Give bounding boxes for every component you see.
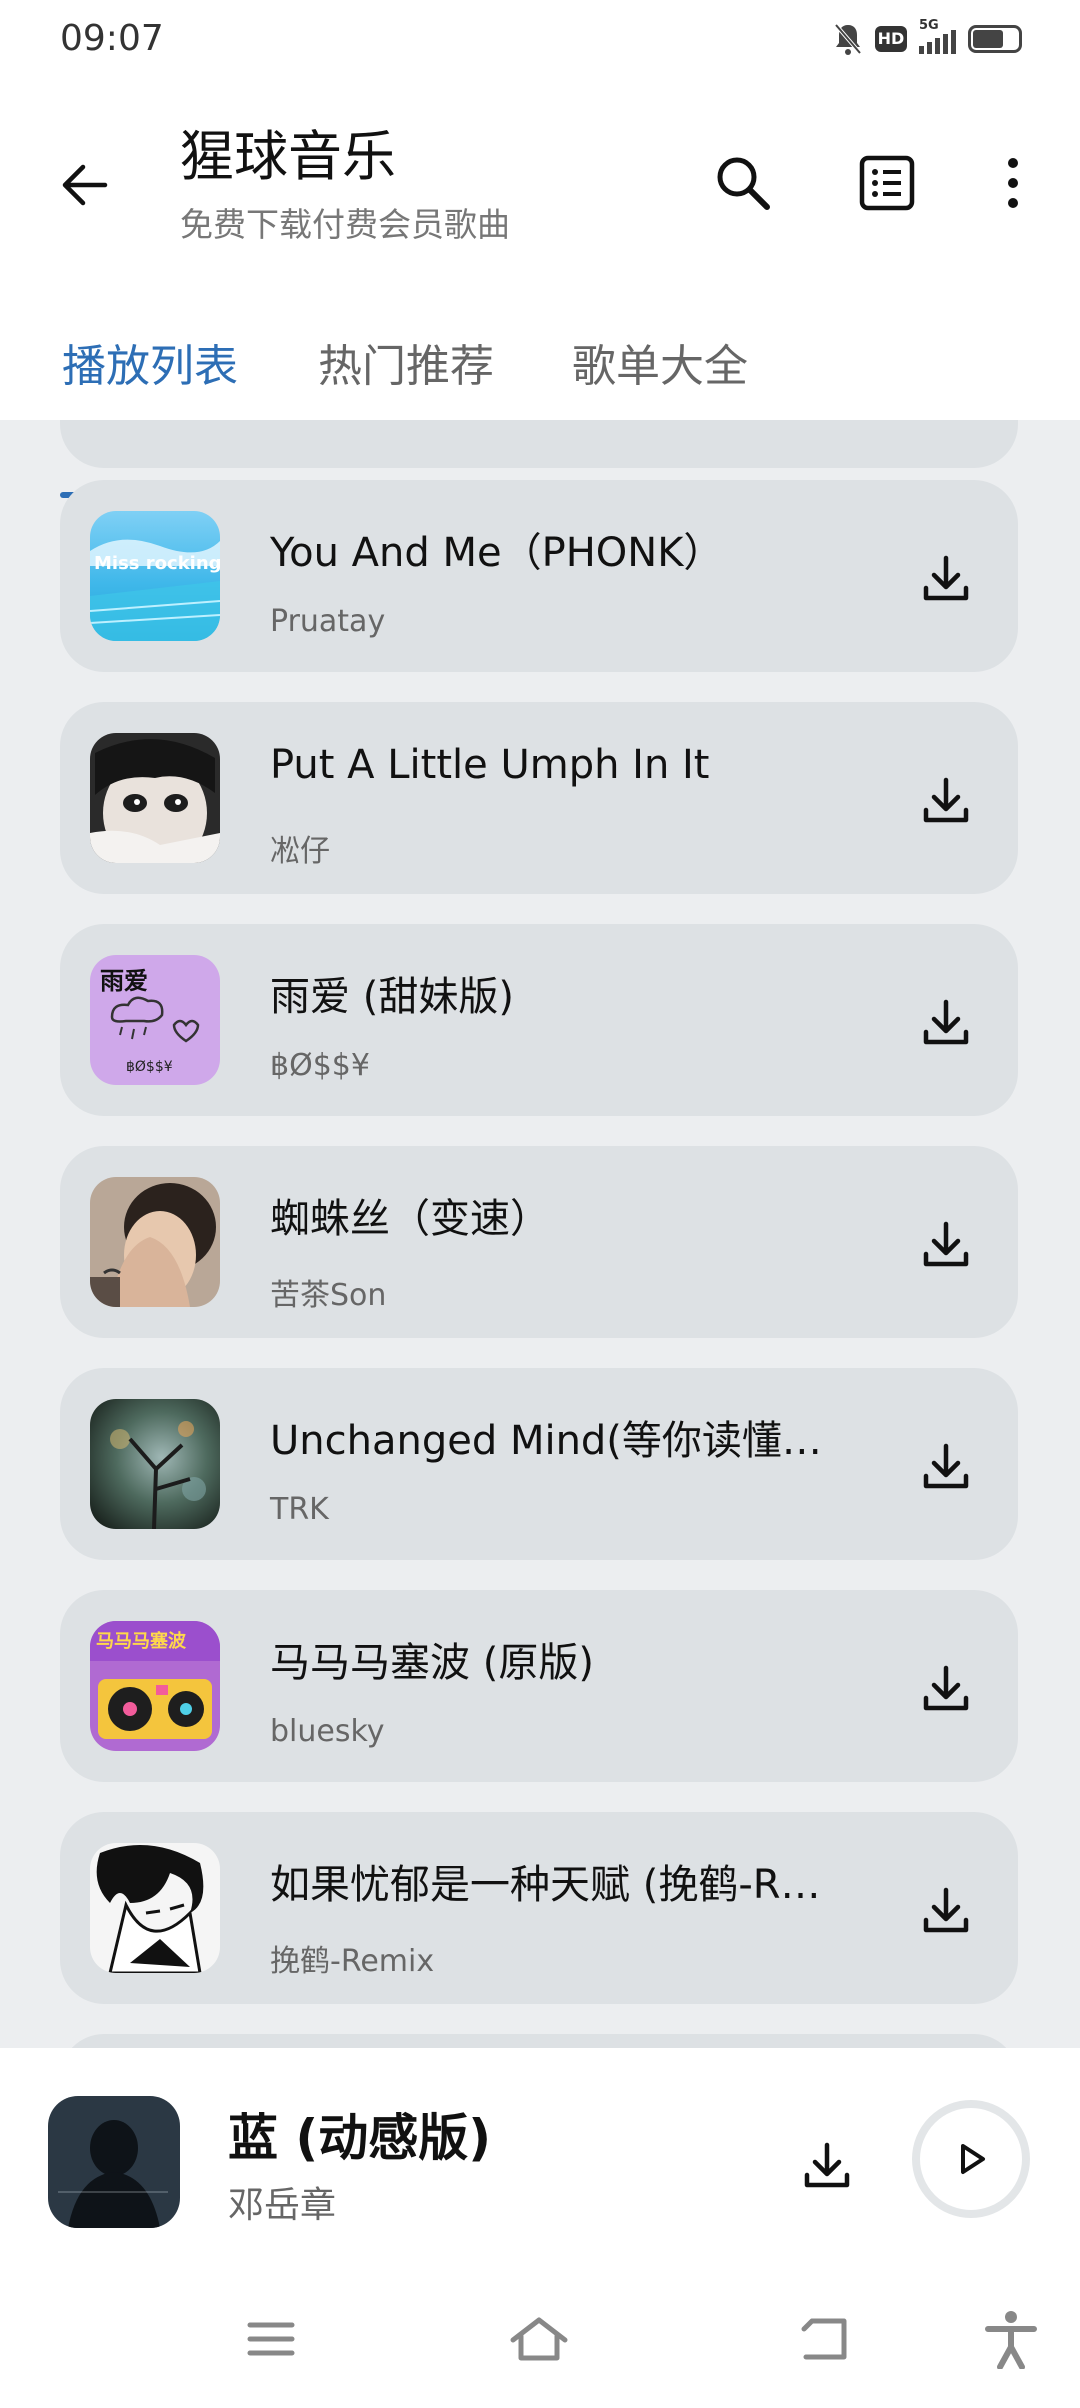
download-icon[interactable] bbox=[792, 2130, 862, 2200]
song-artist: TRK bbox=[270, 1492, 329, 1527]
svg-text:马马马塞波: 马马马塞波 bbox=[96, 1630, 187, 1652]
app-header: 猩球音乐 免费下载付费会员歌曲 播放列表 热门推荐 歌单大全 bbox=[0, 80, 1080, 498]
back-nav-icon[interactable] bbox=[790, 2304, 860, 2374]
list-item[interactable] bbox=[60, 2034, 1018, 2048]
tab-songlists[interactable]: 歌单大全 bbox=[572, 330, 748, 394]
song-artist: bluesky bbox=[270, 1714, 385, 1749]
song-title: Unchanged Mind(等你读懂… bbox=[270, 1418, 822, 1464]
album-cover bbox=[90, 1177, 220, 1307]
list-icon[interactable] bbox=[852, 148, 922, 218]
search-icon[interactable] bbox=[708, 148, 778, 218]
song-artist: 挽鹤-Remix bbox=[270, 1944, 435, 1979]
song-card[interactable]: 雨爱 ฿Ø$$¥ 雨爱 (甜妹版) ฿Ø$$¥ bbox=[60, 924, 1018, 1116]
album-cover: Miss rocking bbox=[90, 511, 220, 641]
song-title: 马马马塞波 (原版) bbox=[270, 1640, 594, 1686]
song-artist: ฿Ø$$¥ bbox=[270, 1048, 370, 1083]
tab-playlist[interactable]: 播放列表 bbox=[62, 330, 238, 394]
svg-text:฿Ø$$¥: ฿Ø$$¥ bbox=[126, 1059, 173, 1075]
menu-icon[interactable] bbox=[236, 2304, 306, 2374]
hd-badge: HD bbox=[875, 26, 907, 52]
song-card[interactable]: 马马马塞波 马马马塞波 (原版) bluesky bbox=[60, 1590, 1018, 1782]
bell-muted-icon bbox=[833, 22, 863, 56]
signal-icon: 5G bbox=[919, 18, 956, 54]
system-nav-bar bbox=[0, 2268, 1080, 2408]
song-artist: Pruatay bbox=[270, 604, 386, 639]
song-title: Put A Little Umph In It bbox=[270, 742, 710, 788]
battery-icon bbox=[968, 25, 1022, 53]
svg-text:Miss rocking: Miss rocking bbox=[94, 553, 220, 574]
download-icon[interactable] bbox=[914, 546, 978, 610]
download-icon[interactable] bbox=[914, 1434, 978, 1498]
now-playing-title: 蓝 (动感版) bbox=[228, 2109, 492, 2167]
song-card[interactable]: 蜘蛛丝（变速） 苦茶Son bbox=[60, 1146, 1018, 1338]
tab-hot[interactable]: 热门推荐 bbox=[318, 330, 494, 394]
play-icon bbox=[961, 2144, 985, 2174]
download-icon[interactable] bbox=[914, 990, 978, 1054]
song-title: 雨爱 (甜妹版) bbox=[270, 974, 514, 1020]
home-icon[interactable] bbox=[504, 2304, 574, 2374]
album-cover bbox=[90, 1399, 220, 1529]
more-icon[interactable] bbox=[978, 148, 1048, 218]
song-card[interactable]: Put A Little Umph In It 凇仔 bbox=[60, 702, 1018, 894]
svg-text:雨爱: 雨爱 bbox=[100, 967, 148, 995]
song-title: You And Me（PHONK） bbox=[270, 530, 724, 576]
list-item[interactable] bbox=[60, 420, 1018, 468]
song-card[interactable]: 如果忧郁是一种天赋 (挽鹤-R… 挽鹤-Remix bbox=[60, 1812, 1018, 2004]
play-button[interactable] bbox=[912, 2100, 1030, 2218]
status-time: 09:07 bbox=[60, 18, 164, 59]
song-title: 蜘蛛丝（变速） bbox=[270, 1196, 550, 1242]
song-title: 如果忧郁是一种天赋 (挽鹤-R… bbox=[270, 1862, 821, 1908]
back-icon[interactable] bbox=[50, 150, 120, 220]
album-cover: 雨爱 ฿Ø$$¥ bbox=[90, 955, 220, 1085]
song-artist: 苦茶Son bbox=[270, 1278, 387, 1313]
download-icon[interactable] bbox=[914, 1212, 978, 1276]
status-bar: 09:07 HD 5G bbox=[0, 0, 1080, 80]
accessibility-icon[interactable] bbox=[976, 2304, 1046, 2374]
song-card[interactable]: Miss rocking You And Me（PHONK） Pruatay bbox=[60, 480, 1018, 672]
now-playing-cover bbox=[48, 2096, 180, 2228]
app-title: 猩球音乐 bbox=[180, 125, 396, 188]
tab-bar: 播放列表 热门推荐 歌单大全 bbox=[0, 310, 1080, 498]
song-artist: 凇仔 bbox=[270, 834, 330, 869]
album-cover bbox=[90, 1843, 220, 1973]
now-playing-bar[interactable]: 蓝 (动感版) 邓岳章 bbox=[0, 2048, 1080, 2268]
download-icon[interactable] bbox=[914, 1656, 978, 1720]
app-subtitle: 免费下载付费会员歌曲 bbox=[180, 205, 510, 244]
status-icons: HD 5G bbox=[833, 18, 1022, 56]
song-list[interactable]: Miss rocking You And Me（PHONK） Pruatay P… bbox=[0, 420, 1080, 2048]
now-playing-artist: 邓岳章 bbox=[228, 2185, 337, 2226]
download-icon[interactable] bbox=[914, 768, 978, 832]
album-cover bbox=[90, 733, 220, 863]
song-card[interactable]: Unchanged Mind(等你读懂… TRK bbox=[60, 1368, 1018, 1560]
album-cover: 马马马塞波 bbox=[90, 1621, 220, 1751]
download-icon[interactable] bbox=[914, 1878, 978, 1942]
